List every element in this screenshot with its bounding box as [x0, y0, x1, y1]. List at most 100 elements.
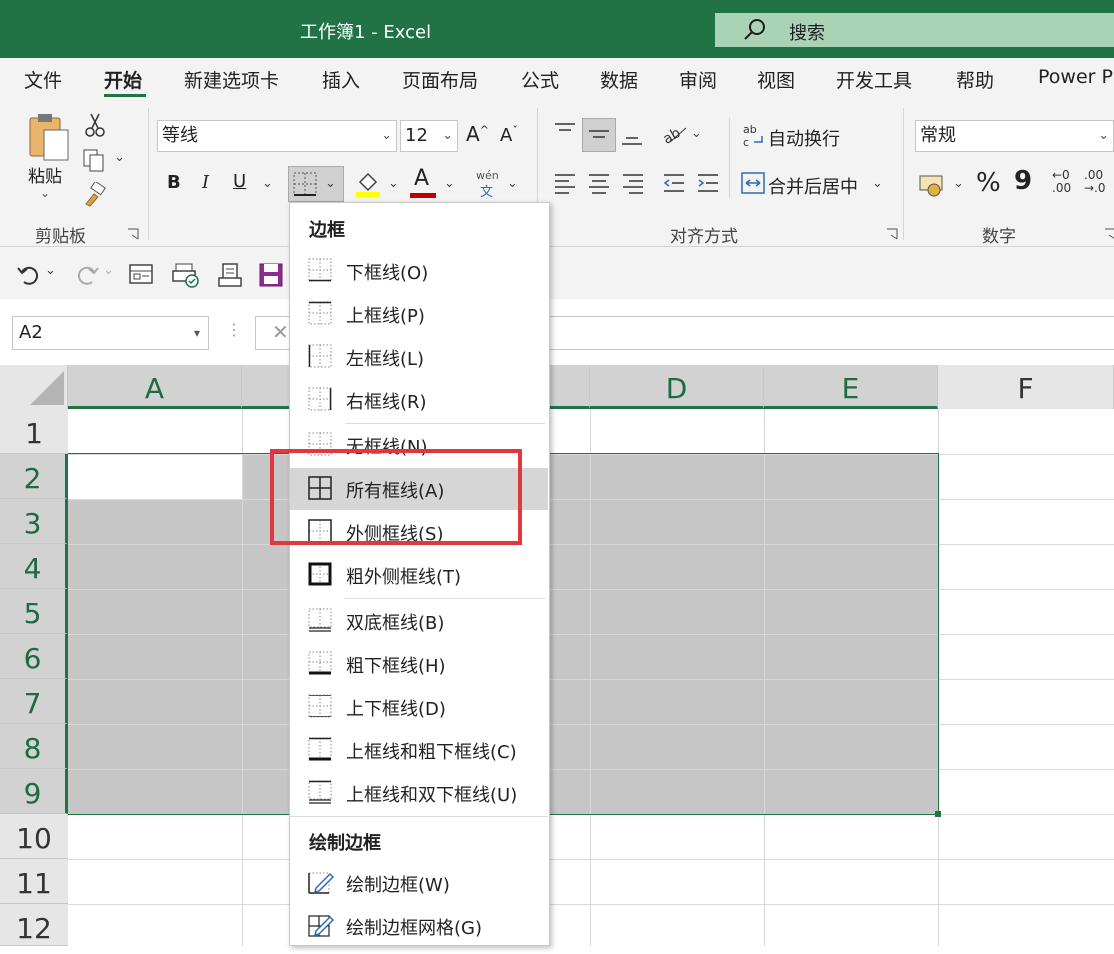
italic-button[interactable]: I — [202, 172, 209, 193]
tab-help[interactable]: 帮助 — [956, 66, 994, 93]
menu-item-double-bottom-border[interactable]: 双底框线(B) — [290, 600, 548, 642]
align-right-icon[interactable] — [621, 172, 645, 194]
menu-item-bottom-border[interactable]: 下框线(O) — [290, 250, 548, 292]
align-left-icon[interactable] — [553, 172, 577, 194]
phonetic-dropdown-icon[interactable]: ⌄ — [507, 176, 518, 191]
underline-button[interactable]: U — [233, 171, 246, 192]
paste-dropdown-icon[interactable]: ⌄ — [40, 186, 50, 200]
tab-page-layout[interactable]: 页面布局 — [402, 66, 478, 93]
tab-file[interactable]: 文件 — [24, 66, 62, 93]
fill-color-icon[interactable] — [354, 168, 382, 198]
cut-icon[interactable] — [84, 112, 106, 138]
tab-power-pivot[interactable]: Power P — [1038, 66, 1113, 88]
row-header-3[interactable]: 3 — [0, 499, 68, 544]
tab-new[interactable]: 新建选项卡 — [184, 66, 279, 93]
wrap-text-button[interactable]: 自动换行 — [768, 125, 840, 151]
font-name-combo[interactable]: 等线 ⌄ — [157, 120, 397, 152]
orientation-icon[interactable]: ab — [660, 120, 688, 146]
column-header-e[interactable]: E — [764, 365, 938, 409]
search-box[interactable] — [715, 13, 1114, 47]
font-size-combo[interactable]: 12 ⌄ — [400, 120, 458, 152]
merge-center-button[interactable]: 合并后居中 — [768, 173, 858, 199]
fill-handle[interactable] — [935, 811, 941, 817]
menu-item-left-border[interactable]: 左框线(L) — [290, 336, 548, 378]
menu-item-top-bottom-border[interactable]: 上下框线(D) — [290, 686, 548, 728]
column-header-f[interactable]: F — [938, 365, 1114, 409]
menu-item-draw-border-grid[interactable]: 绘制边框网格(G) — [290, 905, 548, 947]
row-header-9[interactable]: 9 — [0, 769, 68, 814]
align-bottom-icon[interactable] — [620, 126, 644, 148]
copy-dropdown-icon[interactable]: ⌄ — [114, 150, 125, 165]
name-box-dropdown-icon[interactable]: ▾ — [194, 317, 200, 349]
formula-bar-grip[interactable]: ⋮ — [226, 320, 242, 339]
form-icon[interactable] — [128, 262, 154, 286]
menu-item-thick-outside-borders[interactable]: 粗外侧框线(T) — [290, 554, 548, 596]
row-header-11[interactable]: 11 — [0, 859, 68, 904]
phonetic-guide-icon[interactable]: 文 — [480, 181, 493, 200]
row-header-12[interactable]: 12 — [0, 904, 68, 946]
orientation-dropdown-icon[interactable]: ⌄ — [691, 126, 702, 141]
merge-dropdown-icon[interactable]: ⌄ — [872, 176, 883, 191]
align-center-icon[interactable] — [587, 172, 611, 194]
tab-insert[interactable]: 插入 — [322, 66, 360, 93]
alignment-launcher-icon[interactable] — [886, 228, 898, 240]
shrink-font-button[interactable]: Aˇ — [500, 124, 518, 146]
undo-icon[interactable] — [16, 262, 42, 286]
accounting-format-icon[interactable] — [918, 172, 946, 198]
menu-item-top-thick-bottom-border[interactable]: 上框线和粗下框线(C) — [290, 729, 548, 771]
menu-item-thick-bottom-border[interactable]: 粗下框线(H) — [290, 643, 548, 685]
menu-item-draw-border[interactable]: 绘制边框(W) — [290, 862, 548, 904]
decrease-indent-icon[interactable] — [662, 172, 686, 194]
menu-item-right-border[interactable]: 右框线(R) — [290, 379, 548, 421]
menu-item-top-border[interactable]: 上框线(P) — [290, 293, 548, 335]
print-icon[interactable] — [217, 262, 243, 288]
row-header-1[interactable]: 1 — [0, 409, 68, 454]
format-painter-icon[interactable] — [82, 182, 108, 208]
row-header-10[interactable]: 10 — [0, 814, 68, 859]
cancel-icon[interactable]: ✕ — [272, 320, 289, 344]
decrease-decimal-button[interactable]: .00 →.0 — [1084, 169, 1106, 195]
undo-dropdown-icon[interactable]: ⌄ — [45, 263, 56, 278]
row-header-6[interactable]: 6 — [0, 634, 68, 679]
row-header-8[interactable]: 8 — [0, 724, 68, 769]
tab-data[interactable]: 数据 — [600, 66, 638, 93]
fill-color-dropdown-icon[interactable]: ⌄ — [388, 176, 399, 191]
bold-button[interactable]: B — [167, 172, 181, 193]
tab-review[interactable]: 审阅 — [679, 66, 717, 93]
save-icon[interactable] — [258, 262, 284, 288]
column-header-d[interactable]: D — [590, 365, 764, 409]
align-top-icon[interactable] — [553, 120, 577, 142]
row-header-4[interactable]: 4 — [0, 544, 68, 589]
column-header-a[interactable]: A — [68, 365, 242, 409]
wrap-text-icon[interactable]: abc — [742, 122, 766, 148]
increase-decimal-button[interactable]: ←0.00 — [1052, 169, 1071, 195]
tab-home[interactable]: 开始 — [104, 66, 142, 93]
tab-developer[interactable]: 开发工具 — [836, 66, 912, 93]
row-header-7[interactable]: 7 — [0, 679, 68, 724]
increase-indent-icon[interactable] — [696, 172, 720, 194]
percent-style-button[interactable]: % — [976, 168, 1001, 198]
row-header-5[interactable]: 5 — [0, 589, 68, 634]
name-box[interactable]: A2 ▾ — [12, 316, 209, 350]
menu-item-top-double-bottom-border[interactable]: 上框线和双下框线(U) — [290, 772, 548, 814]
number-launcher-icon[interactable] — [1104, 228, 1114, 240]
print-preview-icon[interactable] — [172, 262, 200, 288]
border-dropdown-icon[interactable]: ⌄ — [325, 176, 336, 191]
clipboard-launcher-icon[interactable] — [127, 228, 139, 240]
redo-icon[interactable] — [74, 262, 100, 286]
font-color-dropdown-icon[interactable]: ⌄ — [444, 176, 455, 191]
number-format-combo[interactable]: 常规 ⌄ — [915, 120, 1114, 152]
select-all-button[interactable] — [0, 365, 68, 409]
merge-center-icon[interactable] — [740, 171, 766, 195]
comma-style-button[interactable]: 9 — [1014, 166, 1032, 196]
accounting-dropdown-icon[interactable]: ⌄ — [953, 176, 964, 191]
redo-dropdown-icon[interactable]: ⌄ — [103, 263, 114, 278]
tab-view[interactable]: 视图 — [757, 66, 795, 93]
underline-dropdown-icon[interactable]: ⌄ — [262, 176, 273, 191]
paste-icon[interactable] — [26, 110, 74, 162]
row-header-2[interactable]: 2 — [0, 454, 68, 499]
font-color-button[interactable]: A — [414, 166, 429, 191]
tab-formulas[interactable]: 公式 — [521, 66, 559, 93]
search-icon[interactable] — [742, 17, 768, 43]
paste-label[interactable]: 粘贴 — [28, 162, 62, 187]
